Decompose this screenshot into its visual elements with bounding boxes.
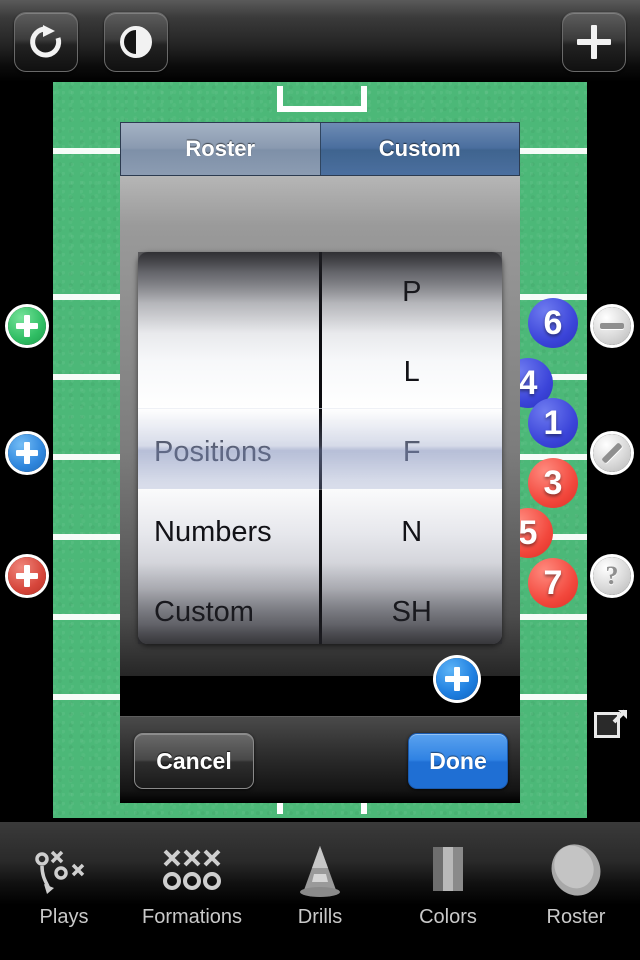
player-number: 5 bbox=[518, 513, 538, 552]
add-green-player-button[interactable] bbox=[8, 307, 46, 345]
plus-icon bbox=[16, 442, 38, 464]
tab-custom-label: Custom bbox=[378, 136, 461, 161]
plus-icon bbox=[16, 565, 38, 587]
refresh-icon bbox=[30, 25, 62, 58]
tab-colors-label: Colors bbox=[419, 906, 477, 928]
tab-drills[interactable]: Drills bbox=[256, 840, 384, 948]
app-screen: 6 4 1 3 5 7 ? Roster Custom Positions Nu… bbox=[0, 0, 640, 960]
tab-roster-label: Roster bbox=[546, 906, 606, 928]
tab-plays-label: Plays bbox=[39, 906, 89, 928]
picker-item[interactable]: P bbox=[322, 252, 503, 332]
tab-roster[interactable]: Roster bbox=[121, 123, 320, 175]
contrast-button[interactable] bbox=[104, 12, 168, 72]
picker-wheel-category[interactable]: Positions Numbers Custom bbox=[138, 252, 322, 644]
picker-item[interactable]: L bbox=[322, 332, 503, 412]
plus-icon bbox=[16, 315, 38, 337]
player-token[interactable]: 3 bbox=[528, 458, 578, 508]
picker-item[interactable]: SH bbox=[322, 572, 503, 644]
minus-icon bbox=[600, 323, 624, 329]
draw-line-button[interactable] bbox=[593, 434, 631, 472]
tab-plays[interactable]: Plays bbox=[0, 840, 128, 948]
cone-icon bbox=[290, 840, 350, 902]
help-button[interactable]: ? bbox=[593, 557, 631, 595]
add-blue-player-button[interactable] bbox=[8, 434, 46, 472]
segmented-control: Roster Custom bbox=[120, 122, 520, 176]
top-toolbar bbox=[0, 0, 640, 82]
picker-item[interactable] bbox=[138, 252, 319, 332]
contrast-icon bbox=[120, 26, 152, 58]
tab-roster[interactable]: Roster bbox=[512, 840, 640, 948]
player-number: 3 bbox=[543, 463, 563, 502]
bottom-tab-bar: Plays Formations Drills Colors Roster bbox=[0, 822, 640, 960]
done-label: Done bbox=[429, 747, 487, 774]
dialog-footer: Cancel Done bbox=[120, 716, 520, 803]
cancel-label: Cancel bbox=[156, 747, 232, 774]
plays-icon bbox=[29, 840, 99, 902]
player-token[interactable]: 1 bbox=[528, 398, 578, 448]
picker[interactable]: Positions Numbers Custom P L F N SH bbox=[138, 252, 502, 644]
colors-icon bbox=[423, 840, 473, 902]
player-token[interactable]: 7 bbox=[528, 558, 578, 608]
tab-formations-label: Formations bbox=[141, 906, 243, 928]
add-custom-button[interactable] bbox=[436, 658, 478, 700]
picker-item[interactable]: Numbers bbox=[138, 492, 319, 572]
player-number: 1 bbox=[543, 403, 563, 442]
refresh-button[interactable] bbox=[14, 12, 78, 72]
remove-player-button[interactable] bbox=[593, 307, 631, 345]
picker-wheel-value[interactable]: P L F N SH bbox=[321, 252, 503, 644]
player-number: 7 bbox=[543, 563, 563, 602]
share-arrow-icon bbox=[612, 709, 627, 724]
add-button[interactable] bbox=[562, 12, 626, 72]
done-button[interactable]: Done bbox=[408, 733, 508, 789]
picker-item[interactable]: Custom bbox=[138, 572, 319, 644]
plus-icon bbox=[577, 25, 611, 59]
tab-colors[interactable]: Colors bbox=[384, 840, 512, 948]
goal-marking-top bbox=[277, 86, 367, 112]
slash-icon bbox=[601, 442, 623, 464]
add-red-player-button[interactable] bbox=[8, 557, 46, 595]
plus-icon bbox=[445, 667, 469, 691]
share-button[interactable] bbox=[594, 706, 630, 742]
picker-item-selected[interactable]: F bbox=[322, 412, 503, 492]
picker-item-selected[interactable]: Positions bbox=[138, 412, 319, 492]
tab-custom[interactable]: Custom bbox=[319, 123, 519, 175]
tab-formations[interactable]: Formations bbox=[128, 840, 256, 948]
tab-drills-label: Drills bbox=[297, 906, 343, 928]
picker-frame: Positions Numbers Custom P L F N SH bbox=[120, 176, 520, 676]
picker-item[interactable]: N bbox=[322, 492, 503, 572]
ball-icon bbox=[544, 840, 608, 902]
player-token[interactable]: 6 bbox=[528, 298, 578, 348]
player-number: 4 bbox=[518, 363, 538, 402]
formations-icon bbox=[157, 840, 227, 902]
custom-label-dialog: Roster Custom Positions Numbers Custom P… bbox=[120, 122, 520, 803]
cancel-button[interactable]: Cancel bbox=[134, 733, 254, 789]
question-mark-icon: ? bbox=[605, 561, 619, 590]
player-number: 6 bbox=[543, 303, 563, 342]
tab-roster-label: Roster bbox=[185, 136, 256, 161]
picker-item[interactable] bbox=[138, 332, 319, 412]
